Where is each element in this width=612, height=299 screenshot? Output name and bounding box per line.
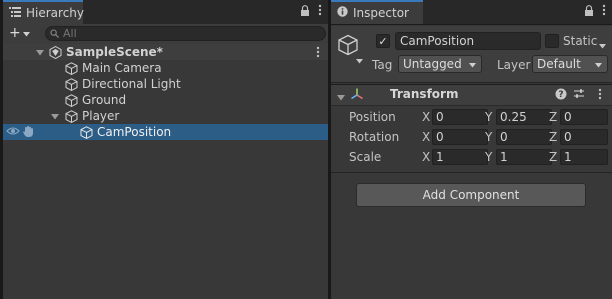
hierarchy-list-icon — [9, 6, 21, 20]
gameobject-cube-icon — [65, 77, 78, 91]
pick-hand-icon[interactable] — [22, 125, 35, 141]
component-title: Transform — [390, 87, 459, 101]
tab-hierarchy-label: Hierarchy — [26, 6, 85, 20]
hierarchy-item-ground[interactable]: Ground — [3, 92, 328, 108]
object-name-field[interactable]: CamPosition — [395, 32, 541, 50]
gameobject-header: ✓ CamPosition Static Tag Untagged Layer … — [331, 26, 612, 83]
menu-dots-icon[interactable] — [602, 4, 606, 19]
axis-z-label[interactable]: Z — [549, 130, 557, 144]
axis-x-label[interactable]: X — [422, 130, 430, 144]
chevron-down-icon[interactable] — [599, 38, 606, 52]
rotation-label: Rotation — [349, 130, 400, 144]
axis-z-label[interactable]: Z — [549, 110, 557, 124]
hierarchy-tabbar: Hierarchy — [3, 0, 328, 25]
hierarchy-item-directional-light[interactable]: Directional Light — [3, 76, 328, 92]
inspector-panel: Inspector ✓ CamPosition Static Tag Untag… — [331, 0, 612, 299]
transform-header[interactable]: Transform ? — [331, 84, 612, 106]
lock-icon[interactable] — [584, 4, 594, 19]
scale-row: Scale X 1 Y 1 Z 1 — [331, 149, 612, 165]
scene-name: SampleScene* — [66, 45, 163, 59]
divider — [331, 172, 612, 173]
hierarchy-item-label: Player — [82, 109, 120, 123]
tab-inspector-label: Inspector — [353, 6, 409, 20]
scale-label: Scale — [349, 150, 382, 164]
gameobject-cube-icon — [80, 125, 93, 139]
add-component-button[interactable]: Add Component — [356, 183, 586, 207]
tag-label: Tag — [372, 58, 393, 72]
scene-row[interactable]: SampleScene* — [3, 44, 328, 60]
hierarchy-item-main-camera[interactable]: Main Camera — [3, 60, 328, 76]
lock-icon[interactable] — [300, 4, 310, 19]
hierarchy-item-player[interactable]: Player — [3, 108, 328, 124]
gameobject-cube-icon — [65, 93, 78, 107]
axis-x-label[interactable]: X — [422, 150, 430, 164]
axis-y-label[interactable]: Y — [485, 150, 492, 164]
axis-y-label[interactable]: Y — [485, 130, 492, 144]
tag-value: Untagged — [403, 57, 462, 71]
tag-dropdown[interactable]: Untagged — [398, 55, 482, 73]
search-icon — [50, 27, 59, 41]
scale-y-field[interactable]: 1 — [496, 149, 552, 165]
axis-x-label[interactable]: X — [422, 110, 430, 124]
hierarchy-item-label: CamPosition — [97, 125, 172, 139]
chevron-down-icon — [595, 57, 602, 71]
hierarchy-item-label: Directional Light — [82, 77, 181, 91]
layer-label: Layer — [497, 58, 531, 72]
component-menu-dots-icon[interactable] — [598, 88, 602, 103]
search-input[interactable] — [63, 27, 263, 40]
hierarchy-search[interactable] — [45, 26, 326, 41]
hierarchy-toolbar: + — [3, 24, 328, 45]
scale-z-field[interactable]: 1 — [560, 149, 608, 165]
position-y-field[interactable]: 0.25 — [496, 109, 552, 125]
position-row: Position X 0 Y 0.25 Z 0 — [331, 109, 612, 125]
position-x-field[interactable]: 0 — [432, 109, 488, 125]
inspector-tabbar: Inspector — [331, 0, 612, 25]
eye-icon[interactable] — [6, 125, 20, 140]
rotation-row: Rotation X 0 Y 0 Z 0 — [331, 129, 612, 145]
hierarchy-item-label: Main Camera — [82, 61, 162, 75]
gameobject-cube-icon — [65, 61, 78, 75]
gameobject-cube-icon — [65, 109, 78, 123]
tab-hierarchy[interactable]: Hierarchy — [3, 0, 85, 24]
hierarchy-panel: Hierarchy + SampleSce — [3, 0, 328, 299]
layer-value: Default — [537, 57, 581, 71]
transform-axes-icon — [350, 87, 364, 104]
menu-dots-icon[interactable] — [318, 4, 322, 19]
position-label: Position — [349, 110, 396, 124]
rotation-z-field[interactable]: 0 — [560, 129, 608, 145]
hierarchy-item-label: Ground — [82, 93, 127, 107]
foldout-arrow-icon[interactable] — [36, 45, 46, 59]
rotation-y-field[interactable]: 0 — [496, 129, 552, 145]
create-button[interactable]: + — [9, 25, 30, 41]
static-checkbox[interactable] — [545, 34, 559, 48]
chevron-down-icon — [469, 57, 476, 71]
foldout-arrow-icon[interactable] — [51, 109, 65, 123]
static-label: Static — [563, 34, 598, 48]
tab-inspector[interactable]: Inspector — [331, 0, 423, 24]
active-checkbox[interactable]: ✓ — [376, 34, 390, 48]
create-plus-label: + — [9, 25, 21, 41]
hierarchy-item-camposition[interactable]: CamPosition — [3, 124, 328, 140]
chevron-down-icon — [22, 25, 30, 41]
preset-sliders-icon[interactable] — [573, 88, 585, 103]
foldout-arrow-icon[interactable] — [337, 90, 345, 104]
svg-text:?: ? — [558, 90, 563, 100]
info-icon — [337, 6, 348, 20]
position-z-field[interactable]: 0 — [560, 109, 608, 125]
unity-scene-icon — [49, 45, 62, 59]
help-icon[interactable]: ? — [555, 88, 567, 103]
rotation-x-field[interactable]: 0 — [432, 129, 488, 145]
scene-menu-dots-icon[interactable] — [316, 46, 320, 61]
scale-x-field[interactable]: 1 — [432, 149, 488, 165]
axis-z-label[interactable]: Z — [549, 150, 557, 164]
axis-y-label[interactable]: Y — [485, 110, 492, 124]
chevron-down-icon[interactable] — [356, 53, 363, 67]
layer-dropdown[interactable]: Default — [532, 55, 608, 73]
